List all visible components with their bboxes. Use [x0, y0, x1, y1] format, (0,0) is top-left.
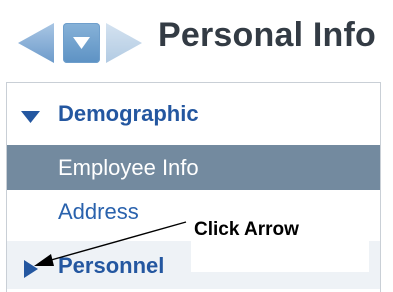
- page-title: Personal Info: [158, 16, 376, 54]
- chevron-down-icon: [73, 37, 90, 49]
- section-label-personnel: Personnel: [58, 253, 165, 278]
- nav-item-employee-info[interactable]: Employee Info: [7, 145, 380, 190]
- section-demographic[interactable]: Demographic: [7, 89, 380, 137]
- back-button[interactable]: [16, 22, 56, 64]
- arrow-left-icon: [18, 23, 54, 63]
- arrow-right-icon: [106, 23, 142, 63]
- triangle-right-icon[interactable]: [24, 260, 38, 278]
- callout-text: Click Arrow: [194, 219, 299, 240]
- menu-dropdown-button[interactable]: [63, 23, 100, 63]
- forward-button[interactable]: [104, 22, 144, 64]
- nav-item-label: Employee Info: [58, 155, 199, 180]
- toolbar: Personal Info: [0, 0, 393, 80]
- section-label-demographic: Demographic: [58, 101, 199, 126]
- triangle-down-icon[interactable]: [21, 111, 40, 123]
- nav-item-label: Address: [58, 199, 139, 224]
